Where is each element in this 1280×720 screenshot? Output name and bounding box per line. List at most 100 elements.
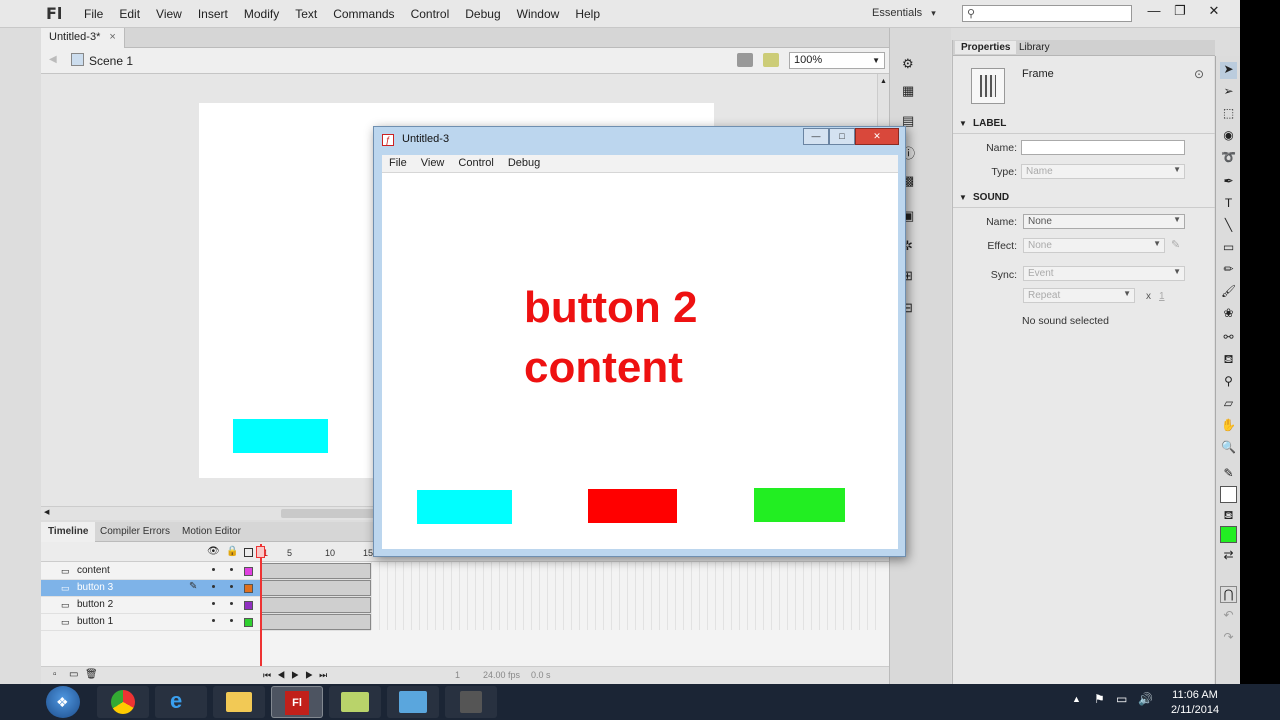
visibility-dot[interactable] (212, 619, 215, 622)
layer-frames[interactable] (261, 597, 371, 613)
taskbar-control-panel[interactable] (387, 686, 439, 718)
player-button-2[interactable] (588, 489, 677, 523)
show-hidden-icons[interactable]: ▲ (1072, 694, 1081, 704)
delete-icon[interactable]: 🗑 (85, 669, 98, 680)
lock-dot[interactable] (230, 619, 233, 622)
text-tool-icon[interactable]: T (1220, 196, 1237, 213)
pencil-tool-icon[interactable]: ✏ (1220, 262, 1237, 279)
zoom-tool-icon[interactable]: 🔍 (1220, 440, 1237, 457)
free-transform-tool-icon[interactable]: ⬚ (1220, 106, 1237, 123)
player-maximize-button[interactable]: □ (829, 128, 855, 145)
tab-motion-editor[interactable]: Motion Editor (175, 522, 248, 542)
close-icon[interactable]: × (109, 31, 115, 43)
fill-color-swatch[interactable] (1220, 526, 1237, 543)
start-button[interactable]: ❖ (46, 686, 80, 718)
new-layer-icon[interactable]: ▫ (53, 669, 57, 680)
close-button[interactable]: ✕ (1201, 3, 1227, 21)
grid-icon[interactable]: ▦ (902, 83, 914, 99)
label-section-header[interactable]: ▼ LABEL (953, 116, 1215, 134)
taskbar-notes[interactable] (329, 686, 381, 718)
3d-rotation-tool-icon[interactable]: ◉ (1220, 128, 1237, 145)
help-icon[interactable]: ⊙ (1194, 67, 1204, 81)
layer-button-3[interactable]: ▭ button 3 ✎ (41, 580, 371, 597)
taskbar-chrome[interactable] (97, 686, 149, 718)
layer-content[interactable]: ▭ content (41, 563, 371, 580)
menu-edit[interactable]: Edit (111, 0, 148, 28)
help-search-input[interactable]: ⚲ (962, 5, 1132, 22)
repeat-count[interactable]: 1 (1159, 291, 1165, 302)
sync-select[interactable]: Event ▼ (1023, 266, 1185, 281)
restore-button[interactable]: ❐ (1167, 3, 1193, 21)
stage-button-1[interactable] (233, 419, 328, 453)
playhead[interactable] (260, 544, 262, 666)
sound-section-header[interactable]: ▼ SOUND (953, 190, 1215, 208)
rectangle-tool-icon[interactable]: ▭ (1220, 240, 1237, 257)
menu-text[interactable]: Text (287, 0, 325, 28)
scroll-up-icon[interactable]: ▲ (880, 78, 887, 85)
system-clock[interactable]: 11:06 AM 2/11/2014 (1162, 688, 1228, 718)
tab-timeline[interactable]: Timeline (41, 522, 96, 542)
selection-tool-icon[interactable]: ➤ (1220, 62, 1237, 79)
sound-effect-select[interactable]: None ▼ (1023, 238, 1165, 253)
lasso-tool-icon[interactable]: ➰ (1220, 150, 1237, 167)
edit-scene-icon[interactable] (737, 53, 753, 67)
pen-tool-icon[interactable]: ✒ (1220, 174, 1237, 191)
menu-commands[interactable]: Commands (325, 0, 402, 28)
lock-icon[interactable]: 🔒 (226, 546, 238, 557)
hand-tool-icon[interactable]: ✋ (1220, 418, 1237, 435)
tab-library[interactable]: Library (1013, 41, 1056, 54)
taskbar-explorer[interactable] (213, 686, 265, 718)
frame-name-input[interactable] (1021, 140, 1185, 155)
lock-dot[interactable] (230, 585, 233, 588)
power-icon[interactable]: ▭ (1116, 692, 1127, 706)
player-menu-file[interactable]: File (382, 155, 414, 172)
taskbar-flash-player[interactable] (445, 686, 497, 718)
deco-tool-icon[interactable]: ❀ (1220, 306, 1237, 323)
layer-color-swatch[interactable] (244, 584, 253, 593)
minimize-button[interactable]: — (1141, 3, 1167, 21)
outline-icon[interactable] (244, 548, 253, 557)
subselection-tool-icon[interactable]: ➢ (1220, 84, 1237, 101)
eraser-tool-icon[interactable]: ▱ (1220, 396, 1237, 413)
taskbar-flash[interactable]: Fl (271, 686, 323, 718)
layer-frames[interactable] (261, 580, 371, 596)
back-arrow-icon[interactable]: ◀ (49, 54, 57, 65)
straighten-icon[interactable]: ↷ (1220, 630, 1237, 647)
visibility-dot[interactable] (212, 568, 215, 571)
brush-tool-icon[interactable]: 🖌 (1220, 284, 1237, 301)
player-menu-debug[interactable]: Debug (501, 155, 547, 172)
player-button-3[interactable] (754, 488, 845, 522)
volume-icon[interactable]: 🔊 (1138, 692, 1153, 706)
menu-control[interactable]: Control (403, 0, 458, 28)
menu-file[interactable]: File (76, 0, 111, 28)
snap-magnet-icon[interactable]: ⋂ (1220, 586, 1237, 603)
swap-colors-icon[interactable]: ⇄ (1220, 548, 1237, 565)
tab-compiler-errors[interactable]: Compiler Errors (93, 522, 177, 542)
layer-frames[interactable] (261, 614, 371, 630)
bone-tool-icon[interactable]: ⚯ (1220, 330, 1237, 347)
lock-dot[interactable] (230, 568, 233, 571)
menu-insert[interactable]: Insert (190, 0, 236, 28)
fill-bucket-icon[interactable]: ⛾ (1220, 508, 1237, 525)
layer-button-2[interactable]: ▭ button 2 (41, 597, 371, 614)
stroke-color-swatch[interactable] (1220, 486, 1237, 503)
layer-color-swatch[interactable] (244, 567, 253, 576)
smooth-icon[interactable]: ↶ (1220, 608, 1237, 625)
action-center-icon[interactable]: ⚑ (1094, 692, 1105, 706)
menu-view[interactable]: View (148, 0, 190, 28)
tab-properties[interactable]: Properties (955, 41, 1017, 54)
playhead-handle[interactable] (256, 546, 265, 558)
layer-color-swatch[interactable] (244, 618, 253, 627)
edit-symbols-icon[interactable] (763, 53, 779, 67)
zoom-select[interactable]: 100% ▼ (789, 52, 885, 69)
frame-rate[interactable]: 24.00 fps (483, 670, 520, 680)
player-menu-view[interactable]: View (414, 155, 452, 172)
layer-color-swatch[interactable] (244, 601, 253, 610)
line-tool-icon[interactable]: ╲ (1220, 218, 1237, 235)
document-tab[interactable]: Untitled-3* × (41, 28, 125, 48)
player-close-button[interactable]: ✕ (855, 128, 899, 145)
taskbar-internet-explorer[interactable]: e (155, 686, 207, 718)
layer-frames[interactable] (261, 563, 371, 579)
layer-button-1[interactable]: ▭ button 1 (41, 614, 371, 631)
workspace-switcher[interactable]: Essentials ▾ (872, 7, 936, 19)
